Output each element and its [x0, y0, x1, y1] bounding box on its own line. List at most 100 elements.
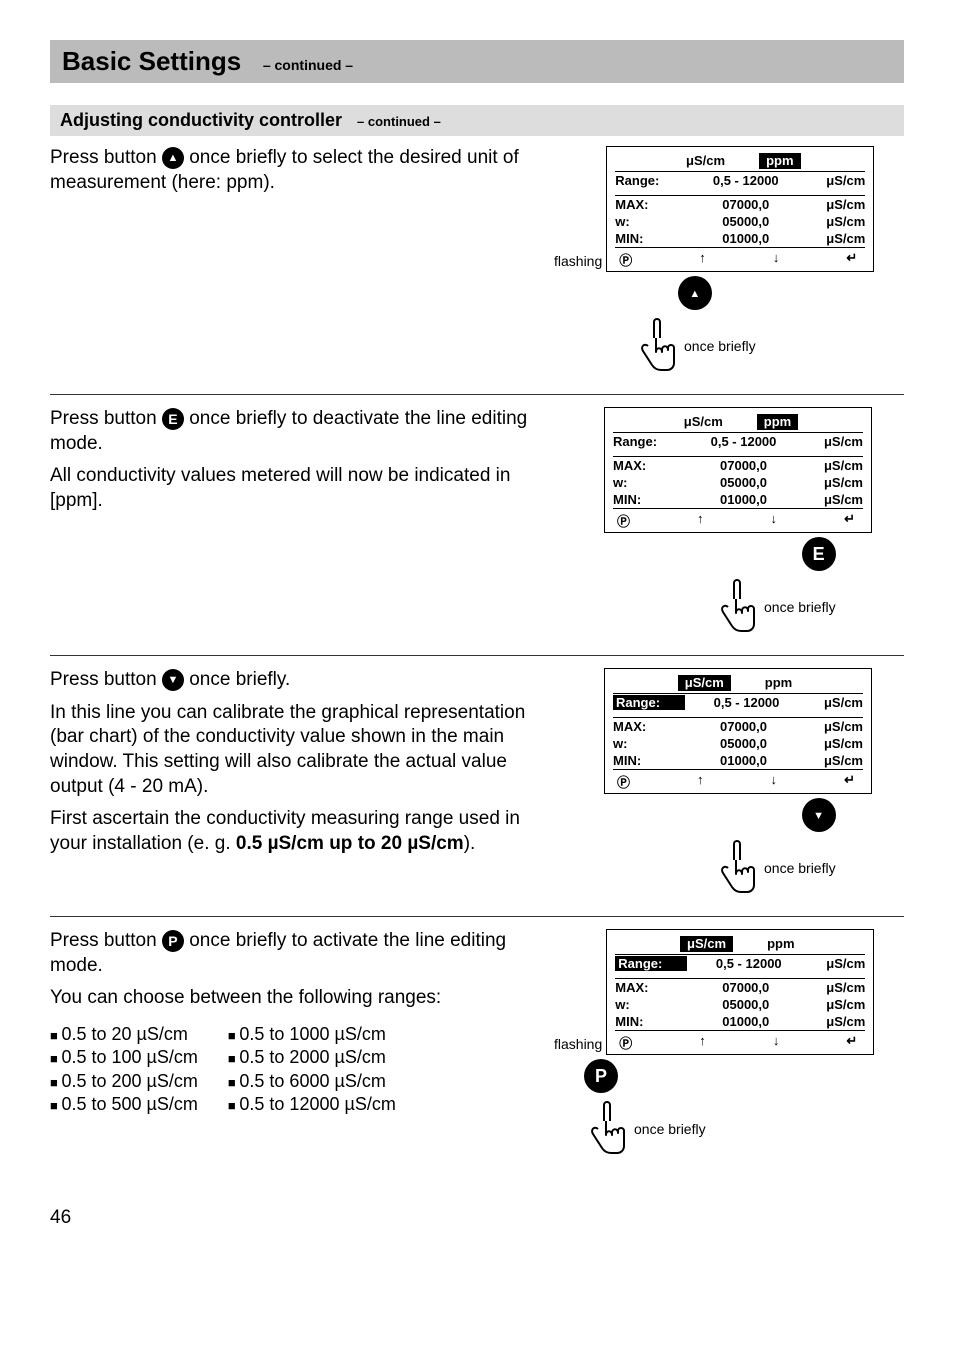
p-icon: Ⓟ	[619, 250, 632, 269]
lcd-row-unit: S/cm	[810, 214, 865, 229]
p-icon: Ⓟ	[617, 511, 630, 530]
range-option: 0.5 to 200 µS/cm	[50, 1070, 198, 1093]
sub-title: Adjusting conductivity controller	[60, 110, 342, 130]
step-paragraph: First ascertain the conductivity measuri…	[50, 807, 544, 856]
step-instruction: Press button once briefly.	[50, 668, 544, 693]
enter-icon: ↵	[846, 1033, 857, 1052]
lcd-range-value: 0,5 - 12000	[685, 695, 808, 710]
lcd-row-label: MIN:	[615, 1014, 681, 1029]
lcd-tab-right: ppm	[757, 414, 798, 430]
lcd-row-unit: S/cm	[810, 1014, 865, 1029]
lcd-row-value: 05000,0	[679, 475, 808, 490]
sub-continued: – continued –	[357, 114, 441, 129]
lcd-screen: S/cm ppm Range: 0,5 - 12000 S/cm MAX: 07…	[604, 668, 872, 794]
lcd-row-label: w:	[613, 475, 679, 490]
down-arrow-icon: ↓	[773, 250, 780, 269]
once-briefly-label: once briefly	[764, 599, 836, 615]
lcd-row-value: 01000,0	[679, 492, 808, 507]
button-up-icon	[678, 276, 712, 310]
lcd-range-value: 0,5 - 12000	[681, 173, 810, 188]
lcd-row-label: MIN:	[613, 492, 679, 507]
up-arrow-icon: ↑	[699, 1033, 706, 1052]
step-visual: flashing S/cm ppm Range: 0,5 - 12000 S/c…	[554, 146, 904, 376]
lcd-tab-right: ppm	[759, 153, 800, 169]
lcd-range-unit: S/cm	[808, 695, 863, 710]
lcd-row-label: MAX:	[615, 197, 681, 212]
lcd-tab-left: S/cm	[678, 414, 729, 430]
step-row: Press button once briefly. In this line y…	[50, 668, 904, 917]
step-visual: S/cm ppm Range: 0,5 - 12000 S/cm MAX: 07…	[554, 407, 904, 637]
hand-icon	[714, 838, 758, 898]
lcd-range-unit: S/cm	[810, 173, 865, 188]
button-P-icon: P	[584, 1059, 618, 1093]
section-header: Basic Settings – continued –	[50, 40, 904, 83]
lcd-range-label: Range:	[613, 434, 679, 449]
lcd-row-value: 05000,0	[679, 736, 808, 751]
lcd-screen: S/cm ppm Range: 0,5 - 12000 S/cm MAX: 07…	[606, 929, 874, 1055]
down-arrow-icon: ↓	[773, 1033, 780, 1052]
step-paragraph: All conductivity values metered will now…	[50, 464, 544, 513]
lcd-tab-left: S/cm	[678, 675, 731, 691]
range-option: 0.5 to 6000 µS/cm	[228, 1070, 396, 1093]
step-paragraph: In this line you can calibrate the graph…	[50, 701, 544, 800]
section-continued: – continued –	[263, 57, 353, 73]
lcd-screen: S/cm ppm Range: 0,5 - 12000 S/cm MAX: 07…	[604, 407, 872, 533]
press-illustration: E once briefly	[714, 537, 836, 637]
lcd-screen: S/cm ppm Range: 0,5 - 12000 S/cm MAX: 07…	[606, 146, 874, 272]
enter-icon: ↵	[844, 511, 855, 530]
lcd-range-value: 0,5 - 12000	[687, 956, 810, 971]
enter-icon: ↵	[844, 772, 855, 791]
range-option: 0.5 to 100 µS/cm	[50, 1046, 198, 1069]
lcd-row-value: 01000,0	[681, 1014, 810, 1029]
step-row: Press button E once briefly to deactivat…	[50, 407, 904, 656]
lcd-row-label: MAX:	[615, 980, 681, 995]
press-illustration: P once briefly	[584, 1059, 706, 1159]
lcd-footer: Ⓟ ↑ ↓ ↵	[613, 508, 863, 530]
lcd-range-label: Range:	[615, 956, 687, 971]
lcd-row-value: 05000,0	[681, 997, 810, 1012]
step-row: Press button P once briefly to activate …	[50, 929, 904, 1177]
lcd-footer: Ⓟ ↑ ↓ ↵	[613, 769, 863, 791]
up-arrow-icon: ↑	[699, 250, 706, 269]
enter-icon: ↵	[846, 250, 857, 269]
lcd-row-value: 07000,0	[681, 980, 810, 995]
lcd-row-unit: S/cm	[808, 736, 863, 751]
step-row: Press button once briefly to select the …	[50, 146, 904, 395]
lcd-row-label: MIN:	[615, 231, 681, 246]
p-icon: Ⓟ	[619, 1033, 632, 1052]
lcd-row-label: MAX:	[613, 719, 679, 734]
lcd-tab-left: S/cm	[680, 936, 733, 952]
lcd-row-label: MIN:	[613, 753, 679, 768]
button-P-icon: P	[162, 930, 184, 952]
lcd-row-unit: S/cm	[810, 997, 865, 1012]
step-text: Press button P once briefly to activate …	[50, 929, 554, 1117]
flashing-label: flashing	[554, 253, 602, 269]
button-down-icon	[802, 798, 836, 832]
up-arrow-icon: ↑	[697, 772, 704, 791]
lcd-row-value: 07000,0	[681, 197, 810, 212]
button-down-icon	[162, 669, 184, 691]
lcd-tab-right: ppm	[761, 936, 800, 952]
hand-icon	[584, 1099, 628, 1159]
p-icon: Ⓟ	[617, 772, 630, 791]
down-arrow-icon: ↓	[771, 511, 778, 530]
subsection-header: Adjusting conductivity controller – cont…	[50, 105, 904, 136]
step-text: Press button E once briefly to deactivat…	[50, 407, 554, 522]
lcd-row-value: 05000,0	[681, 214, 810, 229]
lcd-row-unit: S/cm	[808, 719, 863, 734]
step-text: Press button once briefly to select the …	[50, 146, 554, 203]
up-arrow-icon: ↑	[697, 511, 704, 530]
lcd-row-value: 07000,0	[679, 719, 808, 734]
hand-icon	[634, 316, 678, 376]
lcd-row-unit: S/cm	[808, 492, 863, 507]
range-option: 0.5 to 500 µS/cm	[50, 1093, 198, 1116]
page-number: 46	[50, 1207, 904, 1229]
lcd-row-unit: S/cm	[810, 197, 865, 212]
step-visual: flashing S/cm ppm Range: 0,5 - 12000 S/c…	[554, 929, 904, 1159]
lcd-footer: Ⓟ ↑ ↓ ↵	[615, 1030, 865, 1052]
step-paragraph: You can choose between the following ran…	[50, 986, 544, 1011]
lcd-range-value: 0,5 - 12000	[679, 434, 808, 449]
hand-icon	[714, 577, 758, 637]
lcd-tab-right: ppm	[759, 675, 798, 691]
step-visual: S/cm ppm Range: 0,5 - 12000 S/cm MAX: 07…	[554, 668, 904, 898]
